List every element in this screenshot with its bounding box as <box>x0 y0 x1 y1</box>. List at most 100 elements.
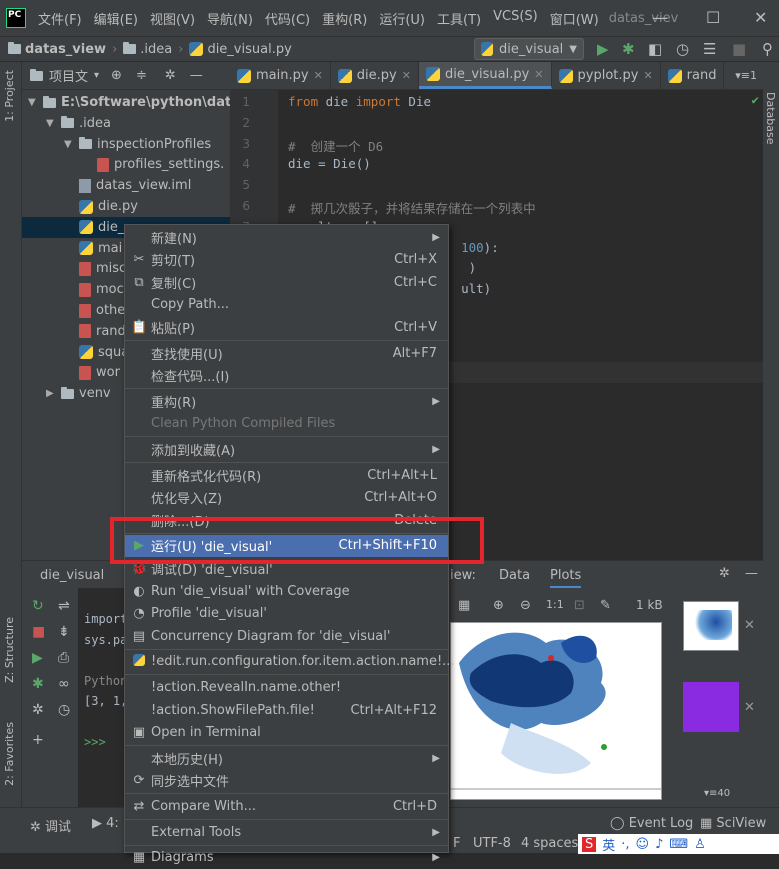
context-menu-item[interactable]: External Tools ▶ <box>125 821 448 843</box>
run-icon[interactable]: ▶ <box>597 40 609 58</box>
crumb-file[interactable]: die_visual.py <box>189 42 292 57</box>
debug-icon[interactable]: ✱ <box>32 676 44 692</box>
gear-icon[interactable]: ✲ <box>719 566 730 581</box>
history-icon[interactable]: ◷ <box>58 702 70 718</box>
tree-item[interactable]: ▼ .idea <box>46 113 111 134</box>
editor-tab[interactable]: die_visual.py ✕ <box>418 62 552 89</box>
tab-data[interactable]: Data <box>499 568 530 583</box>
context-menu-item[interactable]: ⇄ Compare With... Ctrl+D <box>125 795 448 817</box>
tab-overflow-icon[interactable]: ▾≡1 <box>729 62 763 89</box>
stop-icon[interactable]: ■ <box>32 624 45 640</box>
ime-toolbar[interactable]: S 英 ·, ☺ ♪ ⌨ ♙ <box>578 834 779 854</box>
wrap-icon[interactable]: ⇌ <box>58 598 70 614</box>
tab-project[interactable]: 1: Project <box>3 70 16 122</box>
context-menu-item[interactable]: 优化导入(Z) Ctrl+Alt+O <box>125 487 448 509</box>
zoom-out-icon[interactable]: ⊖ <box>520 598 531 613</box>
indent[interactable]: 4 spaces <box>521 836 578 851</box>
profile-icon[interactable]: ◷ <box>676 40 689 58</box>
menu-item[interactable]: 编辑(E) <box>88 9 144 28</box>
menu-item[interactable]: 导航(N) <box>201 9 259 28</box>
tree-item[interactable]: die.py <box>64 196 138 217</box>
context-menu-item[interactable]: ✂ 剪切(T) Ctrl+X <box>125 249 448 271</box>
tree-arrow-icon[interactable]: ▶ <box>46 388 56 399</box>
tree-item[interactable]: mai <box>64 238 122 259</box>
tab-plots[interactable]: Plots <box>550 568 582 589</box>
tree-item[interactable]: wor <box>64 362 120 383</box>
minimize-icon[interactable]: — <box>652 8 668 27</box>
menu-item[interactable]: 文件(F) <box>32 9 88 28</box>
tab-favorites[interactable]: 2: Favorites <box>3 722 16 786</box>
tree-item[interactable]: misc <box>64 258 126 279</box>
concurrency-icon[interactable]: ☰ <box>703 40 716 58</box>
zoom-in-icon[interactable]: ⊕ <box>493 598 504 613</box>
project-header-label[interactable]: 项目文 <box>49 66 88 85</box>
close-tab-icon[interactable]: ✕ <box>402 69 411 82</box>
context-menu-item[interactable]: 📋 粘贴(P) Ctrl+V <box>125 316 448 338</box>
debug-tab[interactable]: ✲ 调试 <box>30 816 71 835</box>
chevron-down-icon[interactable]: ▾ <box>94 70 99 81</box>
rerun-icon[interactable]: ↻ <box>32 598 44 614</box>
tree-item[interactable]: profiles_settings. <box>82 154 224 175</box>
menu-item[interactable]: 重构(R) <box>316 9 373 28</box>
scroll-end-icon[interactable]: ⇟ <box>58 624 70 640</box>
grid-icon[interactable]: ▦ <box>458 598 470 613</box>
context-menu-item[interactable]: ⧉ 复制(C) Ctrl+C <box>125 271 448 293</box>
context-menu-item[interactable]: 添加到收藏(A) ▶ <box>125 438 448 460</box>
context-menu-item[interactable]: 查找使用(U) Alt+F7 <box>125 342 448 364</box>
encoding[interactable]: UTF-8 <box>473 836 511 851</box>
crumb-idea[interactable]: .idea <box>123 42 172 57</box>
context-menu-item[interactable]: !action.RevealIn.name.other! <box>125 676 448 698</box>
context-menu-item[interactable]: 新建(N) ▶ <box>125 226 448 248</box>
context-menu-item[interactable]: ⟳ 同步选中文件 <box>125 770 448 792</box>
editor-tab[interactable]: die.py ✕ <box>331 62 419 89</box>
debug-icon[interactable]: ✱ <box>622 40 635 58</box>
tab-database[interactable]: Database <box>764 92 777 145</box>
tree-item[interactable]: othe <box>64 300 125 321</box>
context-menu-item[interactable]: 重新格式化代码(R) Ctrl+Alt+L <box>125 464 448 486</box>
context-menu-item[interactable]: !edit.run.configuration.for.item.action.… <box>125 651 455 673</box>
coverage-icon[interactable]: ◧ <box>648 40 662 58</box>
context-menu-item[interactable]: Copy Path... <box>125 294 448 316</box>
close-tab-icon[interactable]: ✕ <box>314 69 323 82</box>
locate-icon[interactable]: ⊕ <box>111 68 122 83</box>
menu-item[interactable]: 窗口(W) <box>544 9 605 28</box>
menu-item[interactable]: 代码(C) <box>259 9 316 28</box>
hide-icon[interactable]: — <box>190 68 203 83</box>
gear-icon[interactable]: ✲ <box>165 68 176 83</box>
menu-item[interactable]: 工具(T) <box>431 9 487 28</box>
close-thumbnail-icon[interactable]: ✕ <box>744 618 755 633</box>
tab-view[interactable]: iew: <box>450 568 476 583</box>
tree-arrow-icon[interactable]: ▼ <box>64 139 74 150</box>
color-picker-icon[interactable]: ✎ <box>600 598 611 613</box>
plot-thumbnail[interactable] <box>683 682 739 732</box>
context-menu-item[interactable]: !action.ShowFilePath.file! Ctrl+Alt+F12 <box>125 699 448 721</box>
context-menu-item[interactable]: 重构(R) ▶ <box>125 390 448 412</box>
line-separator[interactable]: F <box>453 836 460 851</box>
editor-tab[interactable]: main.py ✕ <box>230 62 331 89</box>
add-icon[interactable]: + <box>32 732 44 748</box>
tree-item[interactable]: ▼ E:\Software\python\datas <box>28 92 230 113</box>
fit-icon[interactable]: ⊡ <box>574 598 585 613</box>
sciview-tab[interactable]: ▦ SciView <box>700 816 766 831</box>
hide-icon[interactable]: — <box>745 566 758 581</box>
close-tab-icon[interactable]: ✕ <box>643 69 652 82</box>
context-menu-item[interactable]: ◔ Profile 'die_visual' <box>125 603 448 625</box>
settings-icon[interactable]: ✲ <box>32 702 44 718</box>
context-menu-item[interactable]: 本地历史(H) ▶ <box>125 747 448 769</box>
maximize-icon[interactable]: ☐ <box>706 8 720 27</box>
search-icon[interactable]: ⚲ <box>762 40 773 58</box>
tree-item[interactable]: ▶ venv <box>46 383 111 404</box>
run-icon[interactable]: ▶ <box>32 650 43 666</box>
collapse-icon[interactable]: ≑ <box>136 68 147 83</box>
close-icon[interactable]: ✕ <box>754 8 767 27</box>
tree-item[interactable]: rand <box>64 321 126 342</box>
plot-thumbnail[interactable] <box>683 601 739 651</box>
menu-item[interactable]: 视图(V) <box>144 9 201 28</box>
context-menu-item[interactable]: ◐ Run 'die_visual' with Coverage <box>125 580 448 602</box>
tab-structure[interactable]: Z: Structure <box>3 617 16 683</box>
context-menu-item[interactable]: ▤ Concurrency Diagram for 'die_visual' <box>125 625 448 647</box>
tree-item[interactable]: squa <box>64 342 129 363</box>
editor-tab[interactable]: rand <box>661 62 725 89</box>
tree-arrow-icon[interactable]: ▼ <box>28 97 38 108</box>
crumb-project[interactable]: datas_view <box>8 42 106 57</box>
